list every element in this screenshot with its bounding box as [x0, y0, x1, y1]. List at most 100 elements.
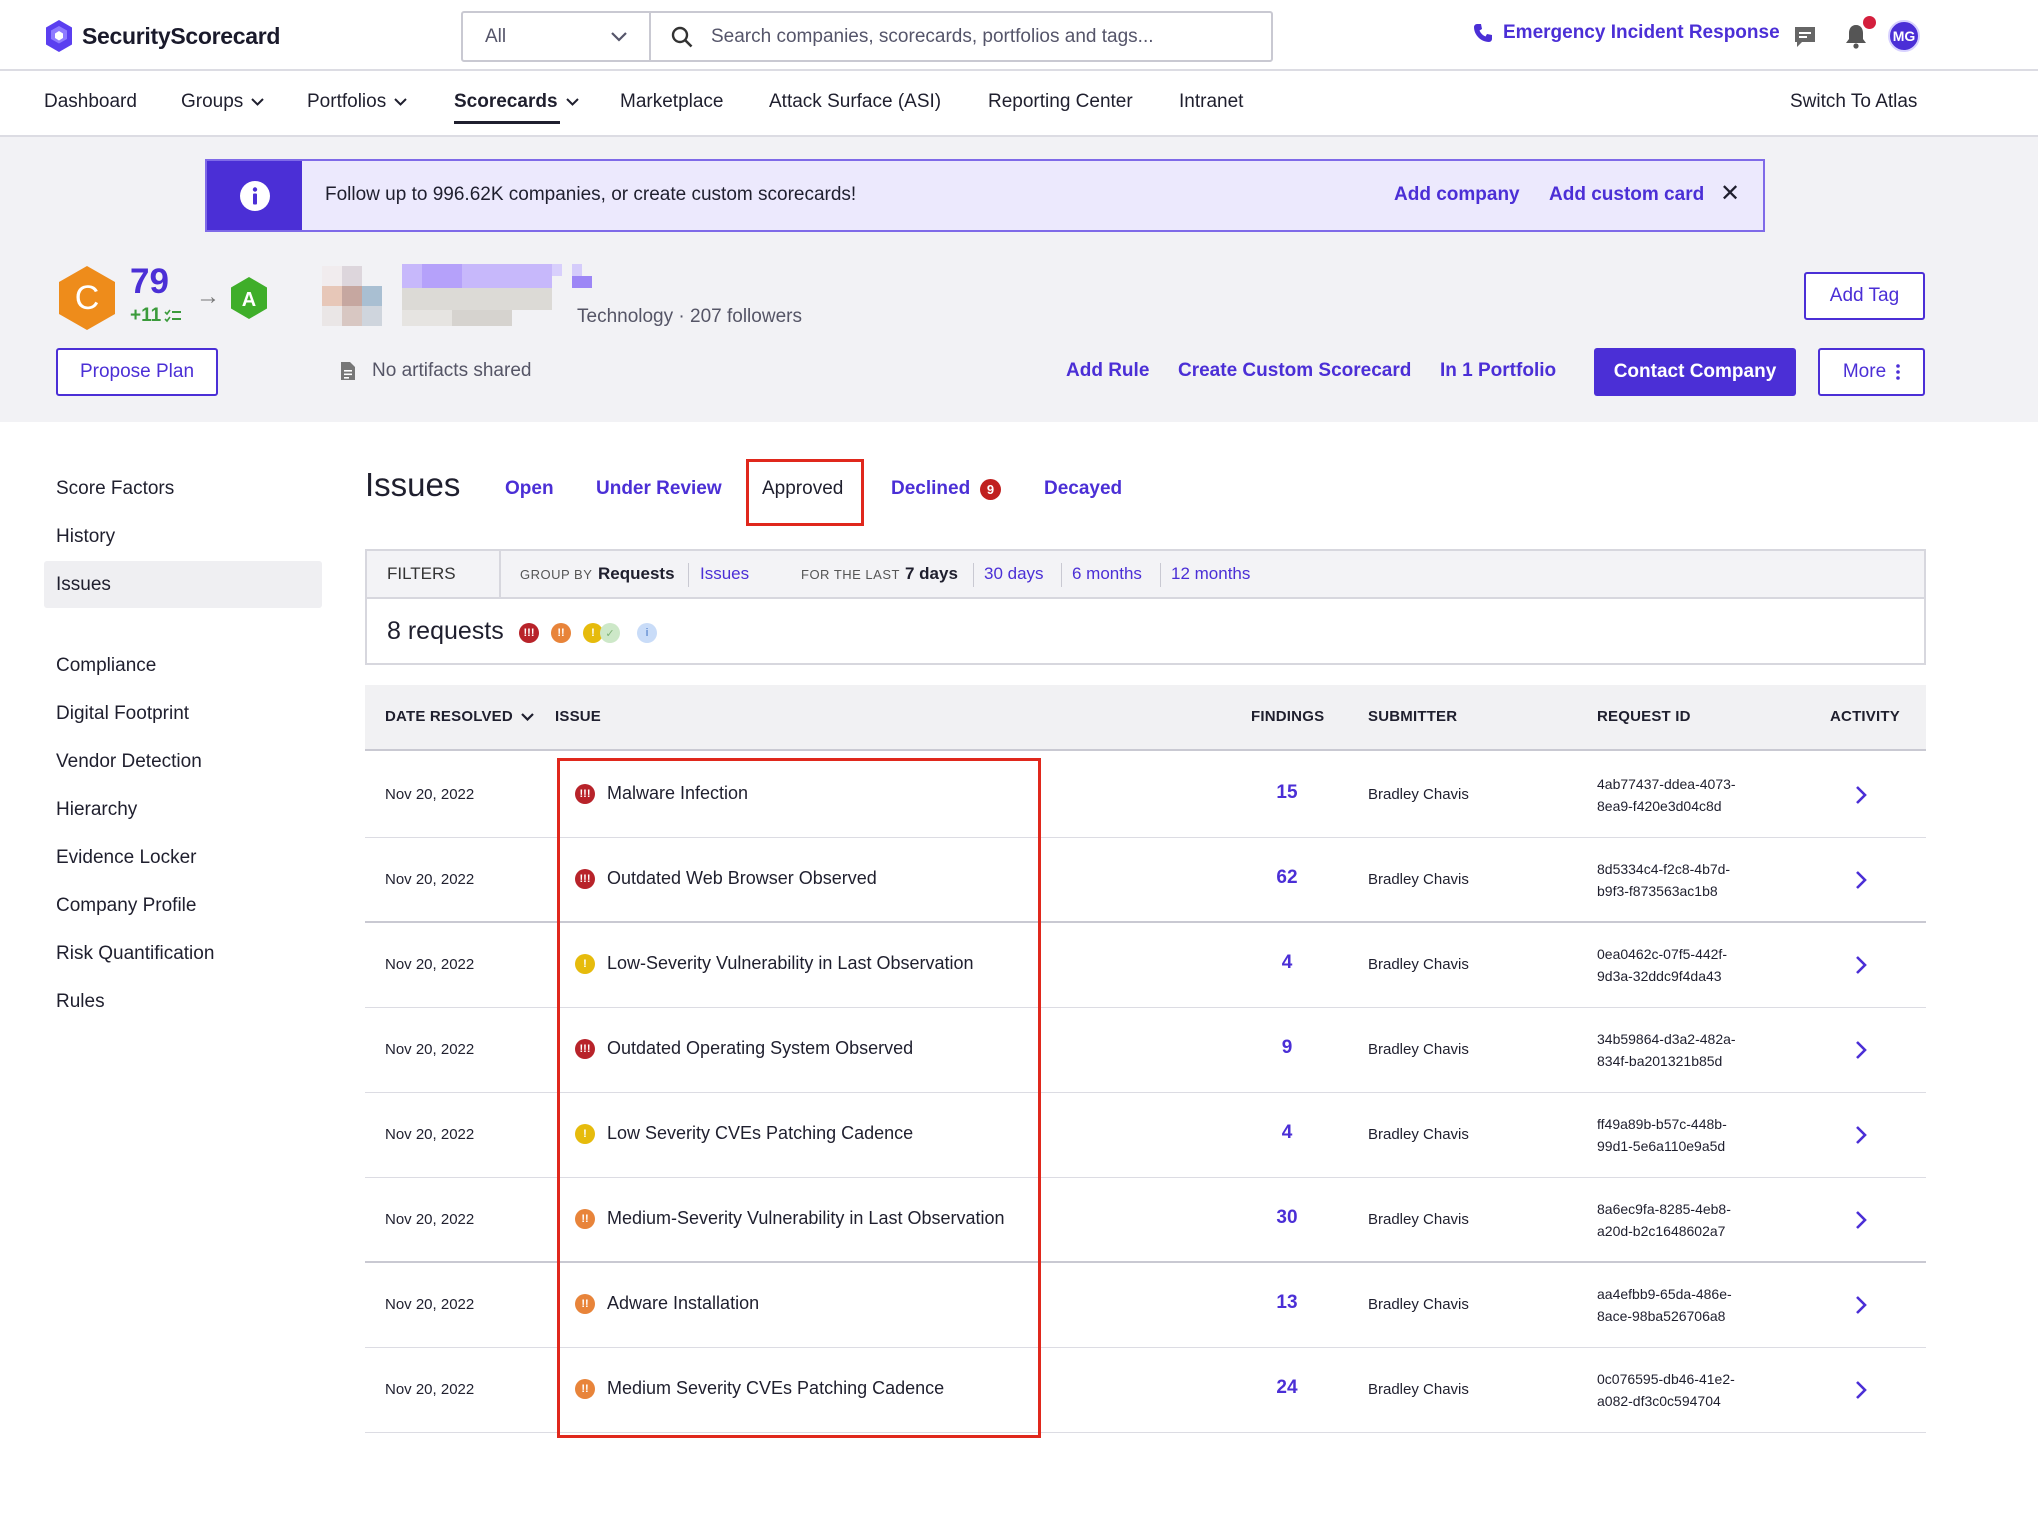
more-button[interactable]: More [1818, 348, 1925, 396]
sidebar-item-rules[interactable]: Rules [56, 991, 105, 1013]
request-id: 0ea0462c-07f5-442f- 9d3a-32ddc9f4da43 [1597, 943, 1787, 987]
sidebar-item-digital-footprint[interactable]: Digital Footprint [56, 703, 189, 725]
grade-c-letter: C [75, 279, 100, 317]
nav-active-underline [454, 121, 560, 124]
request-id-line: 4ab77437-ddea-4073- [1597, 776, 1736, 792]
chevron-right-icon[interactable] [1855, 1380, 1867, 1400]
grade-a-letter: A [242, 289, 256, 311]
nav-attack-surface[interactable]: Attack Surface (ASI) [769, 91, 941, 113]
findings-count[interactable]: 4 [1247, 952, 1327, 974]
sidebar-item-compliance[interactable]: Compliance [56, 655, 156, 677]
phone-icon [1474, 24, 1492, 42]
nav-marketplace[interactable]: Marketplace [620, 91, 724, 113]
date-resolved: Nov 20, 2022 [385, 786, 475, 803]
sidebar-item-vendor-detection[interactable]: Vendor Detection [56, 751, 202, 773]
search-input[interactable] [711, 25, 1271, 48]
column-request-id: REQUEST ID [1597, 708, 1691, 725]
submitter-name: Bradley Chavis [1368, 1126, 1469, 1143]
info-banner: Follow up to 996.62K companies, or creat… [205, 159, 1765, 232]
emergency-incident-response-link[interactable]: Emergency Incident Response [1473, 22, 1780, 44]
avatar[interactable]: MG [1888, 20, 1920, 52]
contact-company-button[interactable]: Contact Company [1594, 348, 1796, 396]
chevron-right-icon[interactable] [1855, 1125, 1867, 1145]
in-portfolio-link[interactable]: In 1 Portfolio [1440, 360, 1556, 382]
request-id-line: b9f3-f873563ac1b8 [1597, 883, 1718, 899]
sidebar-item-hierarchy[interactable]: Hierarchy [56, 799, 137, 821]
findings-count[interactable]: 4 [1247, 1122, 1327, 1144]
info-icon [239, 180, 270, 211]
nav-dashboard[interactable]: Dashboard [44, 91, 137, 113]
findings-count[interactable]: 24 [1247, 1377, 1327, 1399]
period-6-months[interactable]: 6 months [1072, 564, 1142, 584]
chevron-right-icon[interactable] [1855, 1040, 1867, 1060]
chevron-right-icon[interactable] [1855, 785, 1867, 805]
create-custom-scorecard-link[interactable]: Create Custom Scorecard [1178, 360, 1411, 382]
findings-count[interactable]: 9 [1247, 1037, 1327, 1059]
close-icon[interactable]: ✕ [1720, 179, 1740, 208]
chevron-right-icon[interactable] [1855, 870, 1867, 890]
column-date-resolved[interactable]: DATE RESOLVED [385, 708, 534, 725]
period-30-days[interactable]: 30 days [984, 564, 1044, 584]
company-meta: Technology · 207 followers [577, 306, 802, 328]
sidebar-item-company-profile[interactable]: Company Profile [56, 895, 196, 917]
request-id: 0c076595-db46-41e2- a082-df3c0c594704 [1597, 1368, 1787, 1412]
findings-count[interactable]: 15 [1247, 782, 1327, 804]
search-scope-value: All [485, 25, 507, 47]
tab-decayed[interactable]: Decayed [1044, 478, 1122, 500]
switch-to-atlas-link[interactable]: Switch To Atlas [1790, 91, 1917, 113]
grade-c-badge: C [59, 266, 115, 330]
score-delta: +11 [130, 305, 182, 327]
issue-column-highlight-box [557, 758, 1041, 1438]
add-rule-link[interactable]: Add Rule [1066, 360, 1149, 382]
search-scope-select[interactable]: All [463, 13, 651, 60]
approved-tab-highlight-box [746, 459, 864, 526]
findings-count[interactable]: 62 [1247, 867, 1327, 889]
findings-count[interactable]: 13 [1247, 1292, 1327, 1314]
sidebar-item-history[interactable]: History [56, 526, 115, 548]
request-id-line: 34b59864-d3a2-482a- [1597, 1031, 1736, 1047]
severity-positive-icon[interactable]: ✓ [600, 623, 620, 643]
tab-declined[interactable]: Declined [891, 478, 970, 500]
request-id-line: ff49a89b-b57c-448b- [1597, 1116, 1727, 1132]
submitter-name: Bradley Chavis [1368, 956, 1469, 973]
chevron-right-icon[interactable] [1855, 1210, 1867, 1230]
logo[interactable]: SecurityScorecard [44, 18, 280, 54]
sidebar-item-evidence-locker[interactable]: Evidence Locker [56, 847, 196, 869]
filters-label[interactable]: FILTERS [367, 551, 501, 597]
notifications-bell-icon[interactable] [1845, 23, 1867, 49]
nav-scorecards[interactable]: Scorecards [454, 91, 579, 113]
add-custom-card-link[interactable]: Add custom card [1549, 184, 1704, 206]
propose-plan-button[interactable]: Propose Plan [56, 348, 218, 396]
severity-info-icon[interactable]: i [637, 623, 657, 643]
requests-count: 8 requests [387, 617, 504, 645]
period-7-days[interactable]: 7 days [905, 564, 958, 584]
request-id-line: aa4efbb9-65da-486e- [1597, 1286, 1732, 1302]
add-tag-button[interactable]: Add Tag [1804, 272, 1925, 320]
tab-under-review[interactable]: Under Review [596, 478, 722, 500]
chevron-right-icon[interactable] [1855, 1295, 1867, 1315]
group-by-issues[interactable]: Issues [700, 564, 749, 584]
chat-icon[interactable] [1793, 25, 1817, 49]
sidebar-item-issues[interactable]: Issues [56, 574, 111, 596]
company-industry: Technology [577, 306, 674, 327]
nav-reporting-center[interactable]: Reporting Center [988, 91, 1133, 113]
column-activity: ACTIVITY [1830, 708, 1900, 725]
chevron-right-icon[interactable] [1855, 955, 1867, 975]
severity-medium-icon[interactable]: !! [551, 623, 571, 643]
nav-groups[interactable]: Groups [181, 91, 265, 113]
nav-portfolios[interactable]: Portfolios [307, 91, 407, 113]
emergency-label: Emergency Incident Response [1503, 22, 1780, 43]
nav-label: Portfolios [307, 91, 387, 112]
tab-open[interactable]: Open [505, 478, 554, 500]
add-company-link[interactable]: Add company [1394, 184, 1520, 206]
sidebar-item-risk-quantification[interactable]: Risk Quantification [56, 943, 214, 965]
group-by-requests[interactable]: Requests [598, 564, 675, 584]
period-12-months[interactable]: 12 months [1171, 564, 1250, 584]
sidebar-item-score-factors[interactable]: Score Factors [56, 478, 174, 500]
nav-label: Reporting Center [988, 91, 1133, 112]
request-id-line: 9d3a-32ddc9f4da43 [1597, 968, 1722, 984]
nav-intranet[interactable]: Intranet [1179, 91, 1243, 113]
findings-count[interactable]: 30 [1247, 1207, 1327, 1229]
severity-high-icon[interactable]: !!! [519, 623, 539, 643]
request-id-line: 0ea0462c-07f5-442f- [1597, 946, 1727, 962]
